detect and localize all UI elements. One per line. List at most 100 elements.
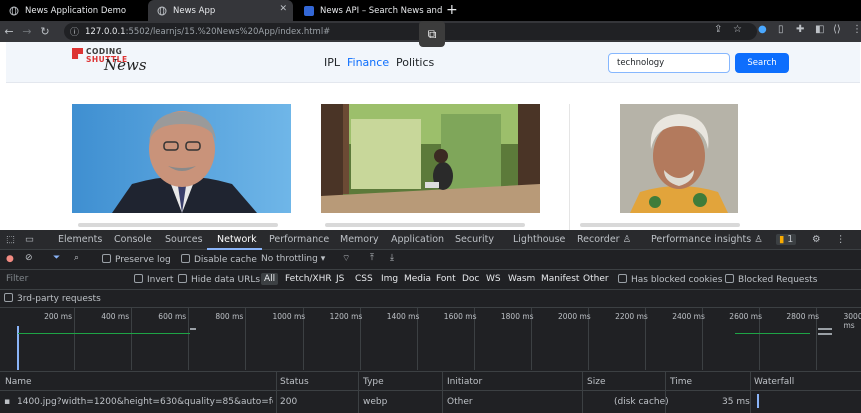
col-waterfall[interactable]: Waterfall	[754, 377, 794, 387]
tab-news-application-demo[interactable]: News Application Demo	[0, 0, 146, 21]
tab-application[interactable]: Application	[391, 234, 444, 245]
card-divider	[569, 104, 570, 230]
tab-performance-insights[interactable]: Performance insights ♙	[651, 234, 763, 245]
col-type[interactable]: Type	[363, 377, 384, 387]
col-name[interactable]: Name	[5, 377, 32, 387]
filter-media[interactable]: Media	[404, 274, 431, 284]
blocked-cookies-checkbox[interactable]: Has blocked cookies	[618, 274, 722, 285]
close-tab-icon[interactable]: ✕	[279, 4, 287, 14]
filter-js[interactable]: JS	[336, 274, 344, 284]
timeline-request-bar	[818, 328, 832, 330]
clear-icon[interactable]: ⊘	[25, 253, 33, 263]
filter-all[interactable]: All	[261, 273, 279, 285]
tab-news-app[interactable]: News App ✕	[148, 0, 293, 21]
col-time[interactable]: Time	[670, 377, 692, 387]
share-icon[interactable]: ⇪	[714, 24, 722, 35]
issues-badge[interactable]: ▮ 1	[776, 234, 797, 245]
tab-performance[interactable]: Performance	[269, 234, 329, 245]
tab-news-api[interactable]: News API – Search News and	[295, 0, 443, 21]
nav-link-politics[interactable]: Politics	[396, 56, 434, 69]
tab-console[interactable]: Console	[114, 234, 152, 245]
forward-arrow-icon[interactable]: →	[18, 25, 36, 38]
search-icon[interactable]: ⌕	[74, 253, 79, 263]
filter-other[interactable]: Other	[583, 274, 609, 284]
disable-cache-checkbox[interactable]: Disable cache	[181, 254, 257, 265]
tab-lighthouse[interactable]: Lighthouse	[513, 234, 565, 245]
flask-icon: ♙	[754, 234, 763, 245]
timeline-tick-label: 1800 ms	[500, 312, 534, 321]
tab-elements[interactable]: Elements	[58, 234, 102, 245]
filter-doc[interactable]: Doc	[462, 274, 479, 284]
third-party-checkbox[interactable]: 3rd-party requests	[4, 293, 101, 304]
device-toolbar-icon[interactable]: ▭	[25, 234, 34, 245]
reload-icon[interactable]: ↻	[36, 25, 54, 38]
nav-link-finance[interactable]: Finance	[347, 56, 389, 69]
search-input[interactable]	[608, 53, 730, 73]
col-initiator[interactable]: Initiator	[447, 377, 482, 387]
tab-network[interactable]: Network	[217, 234, 257, 245]
filter-manifest[interactable]: Manifest	[541, 274, 579, 284]
filter-input[interactable]: Filter	[6, 274, 28, 284]
timeline-tick-label: 3000 ms	[843, 312, 861, 330]
bookmark-star-icon[interactable]: ☆	[733, 24, 742, 35]
preserve-log-checkbox[interactable]: Preserve log	[102, 254, 171, 265]
picture-in-picture-icon[interactable]: ⧉	[419, 21, 445, 47]
blocked-cookies-label: Has blocked cookies	[631, 275, 723, 285]
nav-link-ipl[interactable]: IPL	[324, 56, 340, 69]
network-conditions-icon[interactable]: ⌔	[342, 253, 350, 264]
tab-sources[interactable]: Sources	[165, 234, 203, 245]
devtools-code-icon[interactable]: ⟨⟩	[833, 24, 841, 35]
info-icon[interactable]: ⓘ	[70, 25, 79, 38]
row-img-icon: ▪	[4, 397, 11, 407]
throttling-select[interactable]: No throttling ▾	[261, 254, 325, 264]
site-logo[interactable]: CODING SHUTTLE News	[72, 46, 172, 80]
issue-flag-icon: ▮	[779, 234, 785, 245]
filter-css[interactable]: CSS	[355, 274, 373, 284]
filter-wasm[interactable]: Wasm	[508, 274, 535, 284]
col-size[interactable]: Size	[587, 377, 605, 387]
search-button[interactable]: Search	[735, 53, 789, 73]
timeline-overview[interactable]: 200 ms 400 ms 600 ms 800 ms 1000 ms 1200 ms 14…	[0, 308, 861, 370]
export-har-icon[interactable]: ⤓	[390, 253, 394, 263]
news-card-image[interactable]	[620, 104, 738, 213]
import-har-icon[interactable]: ⤒	[370, 253, 374, 263]
site-navbar: CODING SHUTTLE News IPL Finance Politics…	[6, 42, 860, 83]
column-separator	[358, 371, 359, 413]
inspect-element-icon[interactable]: ⬚	[6, 234, 15, 245]
back-arrow-icon[interactable]: ←	[0, 25, 18, 38]
row-name[interactable]: 1400.jpg?width=1200&height=630&quality=8…	[17, 397, 273, 407]
col-status[interactable]: Status	[280, 377, 309, 387]
devtools-menu-icon[interactable]: ⋮	[836, 234, 846, 245]
tab-memory[interactable]: Memory	[340, 234, 379, 245]
timeline-tick-label: 400 ms	[101, 312, 130, 321]
menu-kebab-icon[interactable]: ⋮	[852, 24, 861, 35]
tab-security[interactable]: Security	[455, 234, 494, 245]
column-separator	[582, 371, 583, 413]
filter-funnel-icon[interactable]: ⏷	[53, 253, 60, 263]
hide-data-urls-checkbox[interactable]: Hide data URLs	[178, 274, 260, 285]
logo-script: News	[104, 56, 147, 74]
disable-cache-label: Disable cache	[194, 255, 257, 265]
invert-checkbox[interactable]: Invert	[134, 274, 173, 285]
extension-icon[interactable]: ▯	[778, 24, 784, 35]
web-page: CODING SHUTTLE News IPL Finance Politics…	[0, 42, 861, 230]
filter-img[interactable]: Img	[381, 274, 398, 284]
filter-ws[interactable]: WS	[486, 274, 501, 284]
news-card-image[interactable]	[321, 104, 540, 213]
filter-font[interactable]: Font	[436, 274, 456, 284]
address-bar[interactable]: ⓘ 127.0.0.1:5502/learnjs/15.%20News%20Ap…	[64, 23, 757, 40]
timeline-request-bar	[190, 328, 196, 330]
tab-recorder[interactable]: Recorder ♙	[577, 234, 631, 245]
column-separator	[750, 371, 751, 413]
filter-fetch-xhr[interactable]: Fetch/XHR	[285, 274, 332, 284]
timeline-tick-label: 2600 ms	[729, 312, 762, 321]
settings-gear-icon[interactable]: ⚙	[812, 234, 821, 245]
tab-title: News API – Search News and	[320, 5, 443, 16]
news-card-image[interactable]	[72, 104, 291, 213]
record-icon[interactable]: ●	[6, 254, 14, 264]
puzzle-extensions-icon[interactable]: ✚	[796, 24, 804, 35]
sidebar-toggle-icon[interactable]: ◧	[815, 24, 824, 35]
new-tab-plus-icon[interactable]: +	[446, 2, 458, 18]
extension-drop-icon[interactable]: ●	[758, 24, 767, 35]
blocked-requests-checkbox[interactable]: Blocked Requests	[725, 274, 817, 285]
